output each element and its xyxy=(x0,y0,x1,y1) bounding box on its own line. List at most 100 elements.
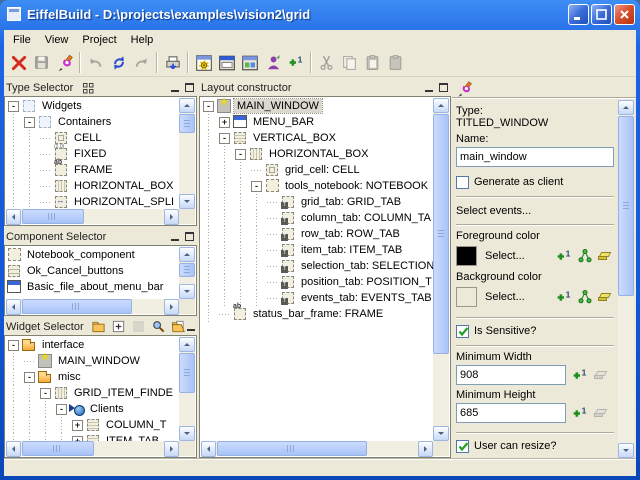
open-folder-icon[interactable] xyxy=(170,318,187,335)
scrollbar-thumb[interactable] xyxy=(179,263,195,277)
tree-row[interactable]: status_bar_frame: FRAME xyxy=(201,306,433,322)
scroll-left-button[interactable] xyxy=(6,299,21,315)
scroll-down-button[interactable] xyxy=(179,284,195,299)
collapse-icon[interactable]: - xyxy=(235,149,246,160)
scroll-left-button[interactable] xyxy=(6,441,21,457)
add-one-icon[interactable]: 1 xyxy=(571,367,588,384)
scrollbar-thumb[interactable] xyxy=(22,299,132,314)
tree-row[interactable]: position_tab: POSITION_T xyxy=(201,274,433,290)
reset-icon[interactable] xyxy=(597,248,614,265)
tree-row[interactable]: -tools_notebook: NOTEBOOK xyxy=(201,178,433,194)
scroll-right-button[interactable] xyxy=(164,209,179,225)
scrollbar-thumb[interactable] xyxy=(22,209,84,224)
panel-maximize-icon[interactable] xyxy=(439,83,448,92)
tree-row[interactable]: CELL xyxy=(6,130,179,146)
tree-row[interactable]: item_tab: ITEM_TAB xyxy=(201,242,433,258)
tree-row[interactable]: -interface xyxy=(6,337,179,353)
maximize-button[interactable] xyxy=(591,4,612,25)
menu-project[interactable]: Project xyxy=(75,32,123,48)
add-one-icon[interactable]: 1 xyxy=(284,51,307,74)
expand-all-icon[interactable] xyxy=(110,318,127,335)
menu-help[interactable]: Help xyxy=(124,32,161,48)
close-button[interactable] xyxy=(614,4,635,25)
delete-icon[interactable] xyxy=(7,51,30,74)
select-events-button[interactable]: Select events... xyxy=(456,205,614,217)
build-icon[interactable] xyxy=(53,51,76,74)
vertical-scrollbar[interactable] xyxy=(179,247,195,299)
tree-row[interactable]: -MAIN_WINDOW xyxy=(201,98,433,114)
tree-row[interactable]: -HORIZONTAL_BOX xyxy=(201,146,433,162)
panel-minimize-icon[interactable] xyxy=(171,239,179,241)
panel-minimize-icon[interactable] xyxy=(171,90,179,92)
tree-row[interactable]: -GRID_ITEM_FINDE xyxy=(6,385,179,401)
search-icon[interactable] xyxy=(150,318,167,335)
menu-file[interactable]: File xyxy=(6,32,38,48)
collapse-icon[interactable]: - xyxy=(24,117,35,128)
collapse-icon[interactable]: - xyxy=(8,101,19,112)
scroll-up-button[interactable] xyxy=(179,98,195,113)
tree-row[interactable]: +MENU_BAR xyxy=(201,114,433,130)
tree-row[interactable]: grid_tab: GRID_TAB xyxy=(201,194,433,210)
scroll-left-button[interactable] xyxy=(6,209,21,225)
scroll-down-button[interactable] xyxy=(618,443,634,458)
inherit-color-icon[interactable] xyxy=(576,289,593,306)
tree-row[interactable]: FRAME xyxy=(6,162,179,178)
horizontal-scrollbar[interactable] xyxy=(6,209,179,224)
scroll-up-button[interactable] xyxy=(618,100,634,115)
scroll-down-button[interactable] xyxy=(433,426,449,441)
scroll-right-button[interactable] xyxy=(418,441,433,457)
scroll-up-button[interactable] xyxy=(179,247,195,262)
scroll-right-button[interactable] xyxy=(164,441,179,457)
tree-row[interactable]: -Widgets xyxy=(6,98,179,114)
vertical-scrollbar[interactable] xyxy=(618,100,634,458)
vertical-scrollbar[interactable] xyxy=(179,98,195,209)
collapse-icon[interactable]: - xyxy=(251,181,262,192)
tree-row[interactable]: +ITEM_TAB xyxy=(6,433,179,441)
panel-maximize-icon[interactable] xyxy=(185,232,194,241)
scrollbar-thumb[interactable] xyxy=(433,114,449,354)
tree-row[interactable]: Ok_Cancel_buttons xyxy=(6,263,179,279)
tree-row[interactable]: Basic_file_about_menu_bar xyxy=(6,279,179,295)
tree-row[interactable]: selection_tab: SELECTION xyxy=(201,258,433,274)
scrollbar-thumb[interactable] xyxy=(217,441,367,456)
window-picture-icon[interactable] xyxy=(238,51,261,74)
scroll-right-button[interactable] xyxy=(164,299,179,315)
panel-minimize-icon[interactable] xyxy=(425,90,433,92)
panel-minimize-icon[interactable] xyxy=(187,329,195,331)
scrollbar-thumb[interactable] xyxy=(22,441,94,456)
tree-row[interactable]: -misc xyxy=(6,369,179,385)
is-sensitive-checkbox[interactable] xyxy=(456,325,469,338)
minimize-button[interactable] xyxy=(568,4,589,25)
tree-row[interactable]: +COLUMN_T xyxy=(6,417,179,433)
wizard-icon[interactable] xyxy=(261,51,284,74)
minimum-width-input[interactable] xyxy=(456,365,566,385)
add-one-icon[interactable]: 1 xyxy=(555,248,572,265)
scroll-down-button[interactable] xyxy=(179,194,195,209)
vertical-scrollbar[interactable] xyxy=(179,337,195,441)
refresh-icon[interactable] xyxy=(107,51,130,74)
collapse-icon[interactable]: - xyxy=(8,340,19,351)
tree-row[interactable]: -Clients xyxy=(6,401,179,417)
collapse-icon[interactable]: - xyxy=(24,372,35,383)
tree-row[interactable]: MAIN_WINDOW xyxy=(6,353,179,369)
collapse-icon[interactable]: - xyxy=(203,101,214,112)
inherit-color-icon[interactable] xyxy=(576,248,593,265)
vertical-scrollbar[interactable] xyxy=(433,98,449,441)
settings-window-icon[interactable] xyxy=(192,51,215,74)
scrollbar-thumb[interactable] xyxy=(179,353,195,393)
expand-icon[interactable]: + xyxy=(219,117,230,128)
panel-maximize-icon[interactable] xyxy=(185,83,194,92)
generate-code-icon[interactable] xyxy=(161,51,184,74)
scrollbar-thumb[interactable] xyxy=(179,114,195,133)
tree-row[interactable]: -VERTICAL_BOX xyxy=(201,130,433,146)
foreground-select-button[interactable]: Select... xyxy=(481,250,551,262)
folder-icon[interactable] xyxy=(90,318,107,335)
background-select-button[interactable]: Select... xyxy=(481,291,551,303)
add-one-icon[interactable]: 1 xyxy=(571,405,588,422)
user-can-resize-checkbox[interactable] xyxy=(456,440,469,453)
tree-row[interactable]: HORIZONTAL_SPLI xyxy=(6,194,179,209)
tree-row[interactable]: row_tab: ROW_TAB xyxy=(201,226,433,242)
horizontal-scrollbar[interactable] xyxy=(201,441,433,456)
scroll-up-button[interactable] xyxy=(433,98,449,113)
scroll-up-button[interactable] xyxy=(179,337,195,352)
